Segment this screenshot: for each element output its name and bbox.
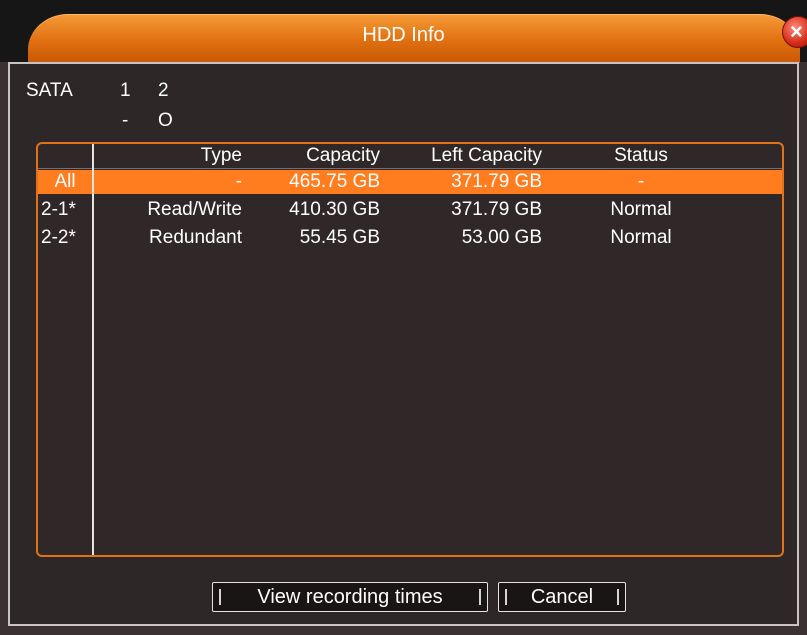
hdd-info-window: HDD Info × SATA 1 2 - O Type Capacity Le… <box>0 0 807 635</box>
row-status[interactable]: Normal <box>586 198 696 222</box>
row-index[interactable]: 2-1* <box>41 198 93 222</box>
header-type: Type <box>200 145 242 166</box>
header-capacity: Capacity <box>306 145 380 166</box>
row-type[interactable]: Read/Write <box>98 198 242 222</box>
header-divider <box>38 168 782 169</box>
cancel-button[interactable]: Cancel <box>498 582 626 612</box>
row-left-capacity[interactable]: 53.00 GB <box>390 226 542 250</box>
sata-label: SATA <box>26 80 73 101</box>
title-bar: HDD Info × <box>0 0 807 63</box>
close-icon: × <box>790 19 803 44</box>
sata-port-1: 1 <box>120 80 131 101</box>
row-left-capacity[interactable]: 371.79 GB <box>390 198 542 222</box>
row-status[interactable]: Normal <box>586 226 696 250</box>
window-title: HDD Info <box>362 24 445 46</box>
row-left-capacity[interactable]: 371.79 GB <box>390 170 542 194</box>
row-capacity[interactable]: 465.75 GB <box>268 170 380 194</box>
row-type[interactable]: - <box>148 170 242 194</box>
header-status: Status <box>614 145 668 166</box>
sata-port-2-state: O <box>158 110 173 131</box>
row-status[interactable]: - <box>586 170 696 194</box>
header-left-capacity: Left Capacity <box>431 145 542 166</box>
row-type[interactable]: Redundant <box>98 226 242 250</box>
sata-port-1-state: - <box>122 110 129 131</box>
row-index[interactable]: 2-2* <box>41 226 93 250</box>
row-capacity[interactable]: 410.30 GB <box>268 198 380 222</box>
row-capacity[interactable]: 55.45 GB <box>268 226 380 250</box>
index-column-divider <box>92 144 94 555</box>
row-index[interactable]: All <box>38 170 92 194</box>
view-recording-times-button[interactable]: View recording times <box>212 582 488 612</box>
sata-port-2: 2 <box>158 80 169 101</box>
hdd-table: Type Capacity Left Capacity Status All -… <box>36 142 784 557</box>
close-button[interactable]: × <box>782 16 807 48</box>
